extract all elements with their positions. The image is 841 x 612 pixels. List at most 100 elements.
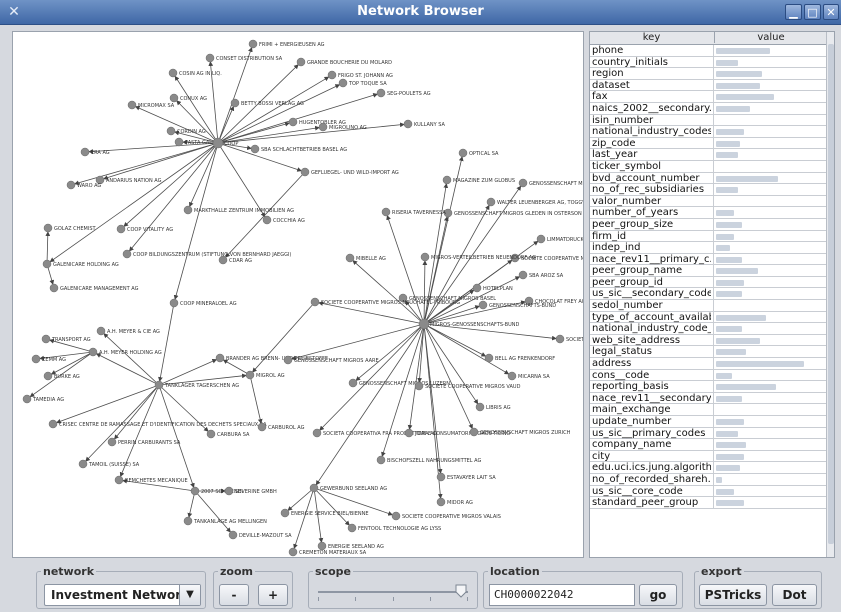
table-row[interactable]: naics_2002__secondary... — [590, 102, 826, 115]
network-node[interactable] — [518, 270, 528, 280]
network-node[interactable] — [205, 53, 215, 63]
table-row[interactable]: dataset — [590, 79, 826, 92]
network-node[interactable] — [224, 486, 234, 496]
network-node[interactable] — [250, 144, 260, 154]
network-select[interactable]: Investment Network ▼ — [44, 584, 201, 606]
network-node[interactable] — [43, 371, 53, 381]
table-row[interactable]: peer_group_size — [590, 218, 826, 231]
network-node[interactable] — [174, 137, 184, 147]
network-node[interactable] — [283, 355, 293, 365]
table-row[interactable]: us_sic__core_code — [590, 485, 826, 498]
network-node[interactable] — [190, 486, 200, 496]
vertical-scrollbar[interactable] — [826, 32, 834, 557]
table-row[interactable]: us_sic__secondary_codes — [590, 288, 826, 301]
scope-slider-track[interactable] — [318, 591, 468, 593]
column-header-value[interactable]: value — [714, 32, 827, 43]
network-graph[interactable]: CONSET DISTRIBUTION SA FRIMI + ENERGIEUSE… — [13, 32, 583, 557]
network-graph-panel[interactable]: CONSET DISTRIBUTION SA FRIMI + ENERGIEUSE… — [12, 31, 584, 558]
network-node[interactable] — [381, 207, 391, 217]
minimize-icon[interactable]: ▁ — [785, 4, 802, 20]
table-row[interactable]: company_name — [590, 439, 826, 451]
table-row[interactable]: peer_group_name — [590, 265, 826, 277]
network-node[interactable] — [116, 224, 126, 234]
network-node[interactable] — [288, 547, 298, 557]
table-row[interactable]: number_of_years — [590, 207, 826, 219]
table-row[interactable]: bvd_account_number — [590, 172, 826, 185]
network-node[interactable] — [478, 300, 488, 310]
network-node[interactable] — [391, 511, 401, 521]
network-node[interactable] — [42, 259, 52, 269]
dot-export-button[interactable]: Dot — [772, 584, 817, 606]
table-row[interactable]: national_industry_codes... — [590, 126, 826, 138]
table-row[interactable]: peer_group_id — [590, 276, 826, 289]
network-node[interactable] — [484, 353, 494, 363]
network-node[interactable] — [403, 119, 413, 129]
table-row[interactable]: firm_id — [590, 230, 826, 243]
network-node[interactable] — [458, 148, 468, 158]
go-button[interactable]: go — [639, 584, 677, 606]
network-node[interactable] — [248, 39, 258, 49]
maximize-icon[interactable]: □ — [804, 4, 821, 20]
network-node[interactable] — [114, 475, 124, 485]
network-node[interactable] — [472, 283, 482, 293]
network-node[interactable] — [228, 530, 238, 540]
network-node[interactable] — [168, 68, 178, 78]
table-row[interactable]: nace_rev11__secondary... — [590, 392, 826, 405]
table-row[interactable]: legal_status — [590, 346, 826, 359]
network-node[interactable] — [215, 353, 225, 363]
table-row[interactable]: sedol_number — [590, 300, 826, 312]
network-node[interactable] — [376, 88, 386, 98]
table-row[interactable]: no_of_recorded_shareh... — [590, 473, 826, 486]
network-node[interactable] — [312, 428, 322, 438]
table-row[interactable]: fax — [590, 91, 826, 103]
network-node[interactable] — [280, 508, 290, 518]
scope-slider-thumb[interactable] — [455, 584, 467, 598]
table-row[interactable]: last_year — [590, 149, 826, 161]
location-input[interactable]: CH0000022042 — [489, 584, 635, 606]
network-node[interactable] — [41, 334, 51, 344]
network-node[interactable] — [436, 497, 446, 507]
network-node[interactable] — [49, 283, 59, 293]
network-node[interactable] — [296, 57, 306, 67]
table-row[interactable]: isin_number — [590, 114, 826, 127]
column-header-key[interactable]: key — [590, 32, 713, 43]
chevron-down-icon[interactable]: ▼ — [179, 585, 200, 605]
network-node[interactable] — [414, 381, 424, 391]
zoom-in-button[interactable]: + — [258, 584, 288, 606]
network-node[interactable] — [22, 394, 32, 404]
network-node[interactable] — [154, 380, 164, 390]
network-node[interactable] — [122, 249, 132, 259]
table-row[interactable]: standard_peer_group — [590, 497, 826, 509]
network-node[interactable] — [347, 523, 357, 533]
table-row[interactable]: update_number — [590, 416, 826, 428]
network-node[interactable] — [345, 253, 355, 263]
table-row[interactable]: national_industry_code_... — [590, 323, 826, 335]
network-node[interactable] — [80, 147, 90, 157]
pstricks-export-button[interactable]: PSTricks — [699, 584, 767, 606]
zoom-out-button[interactable]: - — [219, 584, 249, 606]
network-node[interactable] — [212, 137, 224, 149]
table-row[interactable]: web_site_address — [590, 334, 826, 347]
network-node[interactable] — [418, 318, 430, 330]
table-row[interactable]: city — [590, 450, 826, 463]
network-node[interactable] — [318, 122, 328, 132]
network-node[interactable] — [206, 429, 216, 439]
network-node[interactable] — [66, 180, 76, 190]
network-node[interactable] — [442, 175, 452, 185]
table-row[interactable]: main_exchange — [590, 404, 826, 416]
table-row[interactable]: indep_ind — [590, 242, 826, 254]
network-node[interactable] — [166, 126, 176, 136]
network-node[interactable] — [169, 93, 179, 103]
table-row[interactable]: cons__code — [590, 369, 826, 382]
network-node[interactable] — [88, 347, 98, 357]
table-row[interactable]: phone — [590, 45, 826, 57]
network-node[interactable] — [48, 419, 58, 429]
network-node[interactable] — [436, 472, 446, 482]
network-node[interactable] — [245, 370, 255, 380]
network-node[interactable] — [338, 78, 348, 88]
table-row[interactable]: nace_rev11__primary_c... — [590, 253, 826, 266]
network-node[interactable] — [230, 98, 240, 108]
table-row[interactable]: no_of_rec_subsidiaries — [590, 184, 826, 196]
close-icon[interactable]: ✕ — [823, 4, 839, 20]
network-node[interactable] — [376, 455, 386, 465]
